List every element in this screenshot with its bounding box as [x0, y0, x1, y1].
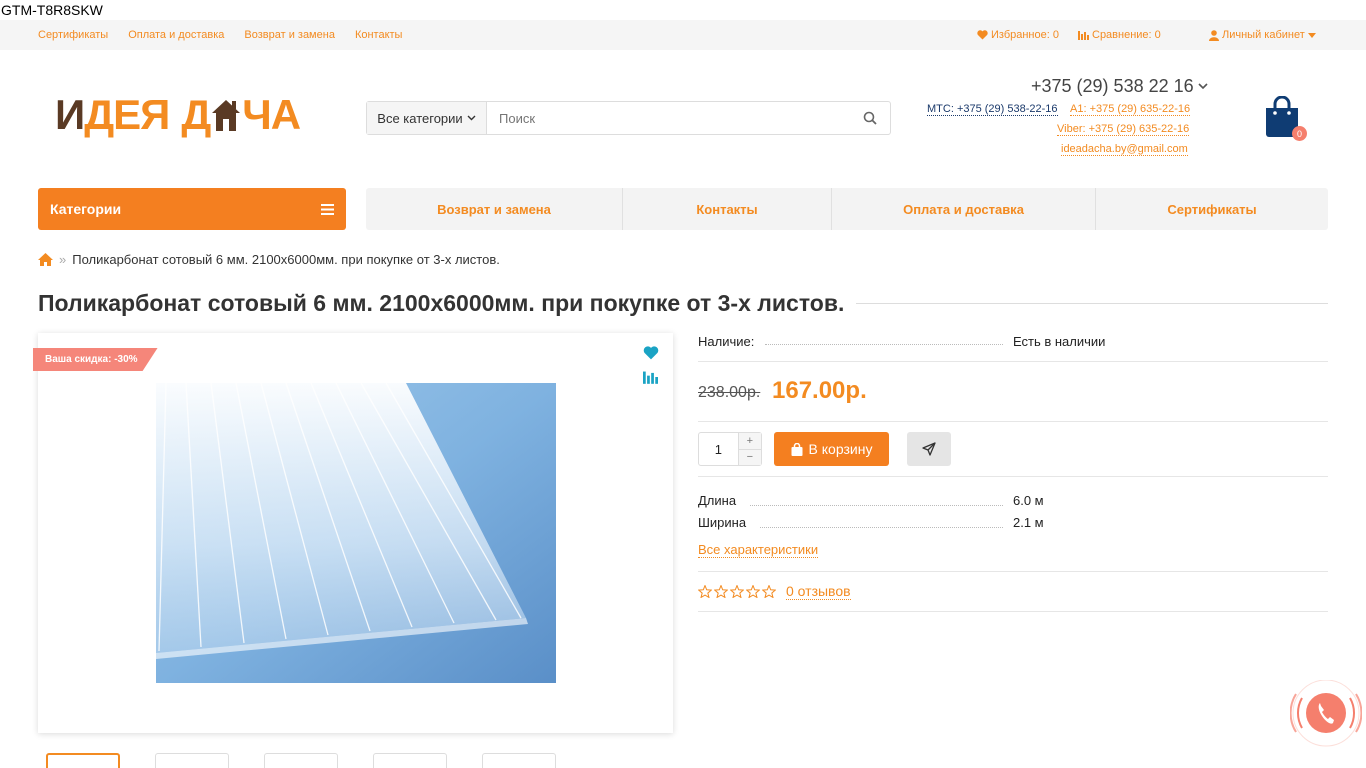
product-photo[interactable]	[156, 383, 556, 683]
chevron-down-icon	[467, 115, 476, 121]
logo-letter-3: Д	[181, 91, 211, 138]
reviews-link[interactable]: 0 отзывов	[786, 583, 851, 600]
thumbnail[interactable]	[46, 753, 120, 768]
spec-label-width: Ширина	[698, 515, 747, 530]
dot-leader	[765, 344, 1003, 345]
quantity-input[interactable]: 1	[699, 433, 738, 465]
page-title: Поликарбонат сотовый 6 мм. 2100х6000мм. …	[38, 289, 845, 316]
account-link[interactable]: Личный кабинет	[1209, 20, 1319, 50]
price-row: 238.00р. 167.00р.	[698, 362, 1328, 422]
search-input[interactable]	[487, 102, 850, 134]
main-phone-number: +375 (29) 538 22 16	[1031, 76, 1194, 96]
chevron-down-icon	[1198, 83, 1208, 90]
spec-value-width: 2.1 м	[1013, 515, 1044, 530]
thumbnail[interactable]	[373, 753, 447, 768]
quantity-stepper: 1 + −	[698, 432, 762, 466]
main-nav: Возврат и замена Контакты Оплата и доста…	[366, 188, 1328, 230]
favorites-link[interactable]: Избранное: 0	[977, 20, 1059, 50]
add-to-cart-label: В корзину	[808, 441, 873, 457]
heart-icon	[977, 30, 988, 40]
search-category-label: Все категории	[377, 110, 463, 126]
thumbnail[interactable]	[264, 753, 338, 768]
compare-link[interactable]: Сравнение: 0	[1078, 20, 1161, 50]
all-specs-link[interactable]: Все характеристики	[698, 542, 819, 558]
breadcrumb: » Поликарбонат сотовый 6 мм. 2100х6000мм…	[38, 250, 500, 268]
categories-label: Категории	[50, 201, 122, 217]
logo-letters-4: ЧА	[242, 91, 301, 138]
add-to-compare-icon[interactable]	[643, 370, 658, 384]
phone-a1[interactable]: A1: +375 (29) 635-22-16	[1070, 103, 1191, 116]
add-to-cart-button[interactable]: В корзину	[774, 432, 889, 466]
gallery-actions	[643, 346, 659, 384]
dot-leader	[760, 527, 1003, 528]
cart-button[interactable]: 0	[1264, 95, 1307, 143]
star-outline-icon	[762, 585, 776, 598]
main-phone[interactable]: +375 (29) 538 22 16	[1031, 76, 1208, 97]
nav-item-contacts[interactable]: Контакты	[623, 188, 832, 230]
cart-count-badge: 0	[1292, 126, 1307, 141]
top-link-payment-delivery[interactable]: Оплата и доставка	[128, 29, 224, 41]
bar-chart-icon	[1078, 31, 1089, 40]
availability-value: Есть в наличии	[1013, 334, 1106, 349]
buy-row: 1 + − В корзину	[698, 422, 1328, 477]
breadcrumb-separator: »	[59, 251, 67, 267]
old-price: 238.00р.	[698, 384, 761, 401]
dot-leader	[750, 505, 1003, 506]
house-icon	[212, 100, 241, 131]
star-outline-icon	[730, 585, 744, 598]
nav-item-returns[interactable]: Возврат и замена	[366, 188, 623, 230]
thumbnail-strip	[46, 753, 556, 768]
availability-row: Наличие: Есть в наличии	[698, 330, 1328, 362]
search-bar: Все категории	[366, 101, 891, 135]
phone-mts[interactable]: МТС: +375 (29) 538-22-16	[927, 103, 1058, 116]
nav-item-payment-delivery[interactable]: Оплата и доставка	[832, 188, 1096, 230]
bag-icon	[791, 442, 803, 456]
availability-label: Наличие:	[698, 334, 755, 349]
user-icon	[1209, 29, 1219, 41]
rating-stars[interactable]	[698, 585, 776, 598]
account-label: Личный кабинет	[1222, 29, 1305, 41]
search-button[interactable]	[850, 102, 890, 134]
hamburger-icon	[321, 203, 334, 215]
gtm-id: GTM-T8R8SKW	[1, 2, 103, 18]
top-link-contacts[interactable]: Контакты	[355, 29, 403, 41]
logo-letter-1: И	[55, 91, 85, 138]
star-outline-icon	[698, 585, 712, 598]
title-row: Поликарбонат сотовый 6 мм. 2100х6000мм. …	[38, 288, 1328, 318]
home-icon[interactable]	[38, 252, 53, 266]
search-icon	[863, 111, 877, 125]
favorites-label: Избранное: 0	[991, 29, 1059, 41]
discount-badge: Ваша скидка: -30%	[33, 348, 158, 371]
top-bar: Сертификаты Оплата и доставка Возврат и …	[0, 20, 1366, 50]
spec-label-length: Длина	[698, 493, 737, 508]
paper-plane-icon	[922, 442, 936, 456]
categories-menu-button[interactable]: Категории	[38, 188, 346, 230]
rating-row: 0 отзывов	[698, 572, 1328, 612]
top-link-certificates[interactable]: Сертификаты	[38, 29, 108, 41]
current-price: 167.00р.	[772, 377, 867, 404]
site-logo[interactable]: И ДЕЯ Д ЧА	[55, 90, 301, 140]
caret-down-icon	[1307, 32, 1316, 38]
phone-viber[interactable]: Viber: +375 (29) 635-22-16	[1057, 123, 1190, 136]
quick-order-button[interactable]	[907, 432, 951, 466]
star-outline-icon	[714, 585, 728, 598]
nav-item-certificates[interactable]: Сертификаты	[1096, 188, 1328, 230]
top-links: Сертификаты Оплата и доставка Возврат и …	[38, 20, 402, 50]
compare-label: Сравнение: 0	[1092, 29, 1161, 41]
logo-letters-2: ДЕЯ	[84, 91, 170, 138]
specs-block: Длина 6.0 м Ширина 2.1 м Все характерист…	[698, 477, 1328, 572]
top-link-returns[interactable]: Возврат и замена	[244, 29, 335, 41]
quantity-plus-button[interactable]: +	[738, 433, 761, 450]
email-link[interactable]: ideadacha.by@gmail.com	[1061, 143, 1188, 156]
search-category-select[interactable]: Все категории	[367, 102, 487, 134]
star-outline-icon	[746, 585, 760, 598]
add-to-favorites-heart-icon[interactable]	[643, 346, 659, 360]
callback-widget-button[interactable]	[1290, 680, 1362, 752]
thumbnail[interactable]	[155, 753, 229, 768]
title-divider	[856, 302, 1328, 304]
breadcrumb-current: Поликарбонат сотовый 6 мм. 2100х6000мм. …	[72, 251, 500, 267]
spec-value-length: 6.0 м	[1013, 493, 1044, 508]
thumbnail[interactable]	[482, 753, 556, 768]
quantity-minus-button[interactable]: −	[738, 449, 761, 465]
